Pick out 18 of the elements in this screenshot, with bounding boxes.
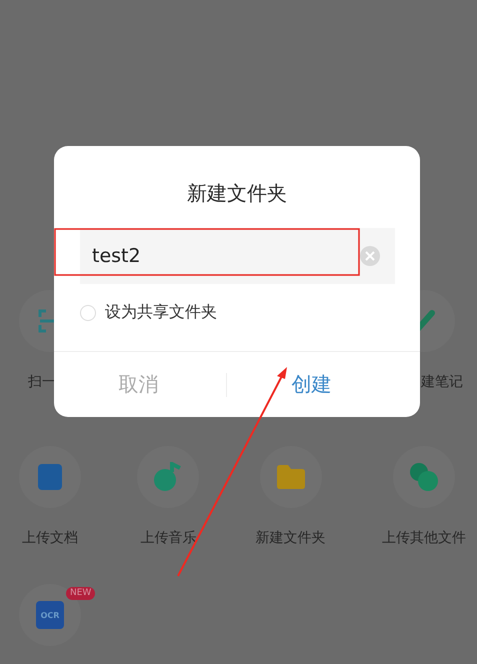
clear-icon[interactable] (360, 246, 380, 266)
document-icon (38, 464, 62, 490)
ocr-icon: OCR (36, 601, 64, 629)
new-badge: NEW (66, 587, 96, 600)
tile-label: 建笔记 (421, 374, 463, 390)
dialog-title: 新建文件夹 (187, 181, 287, 205)
tile-label: 上传文档 (22, 530, 78, 546)
music-note-icon (153, 462, 184, 492)
folder-icon (276, 465, 305, 489)
radio-button[interactable] (80, 304, 96, 320)
create-button[interactable]: 创建 (227, 352, 420, 417)
option-label: 设为共享文件夹 (105, 302, 217, 323)
cancel-button[interactable]: 取消 (54, 352, 223, 417)
tile-label: 上传音乐 (140, 530, 196, 546)
tile-label: 上传其他文件 (382, 530, 466, 546)
two-circles-icon (408, 462, 439, 492)
tile-label: 新建文件夹 (256, 530, 326, 546)
input-field[interactable]: test2 (80, 228, 395, 284)
